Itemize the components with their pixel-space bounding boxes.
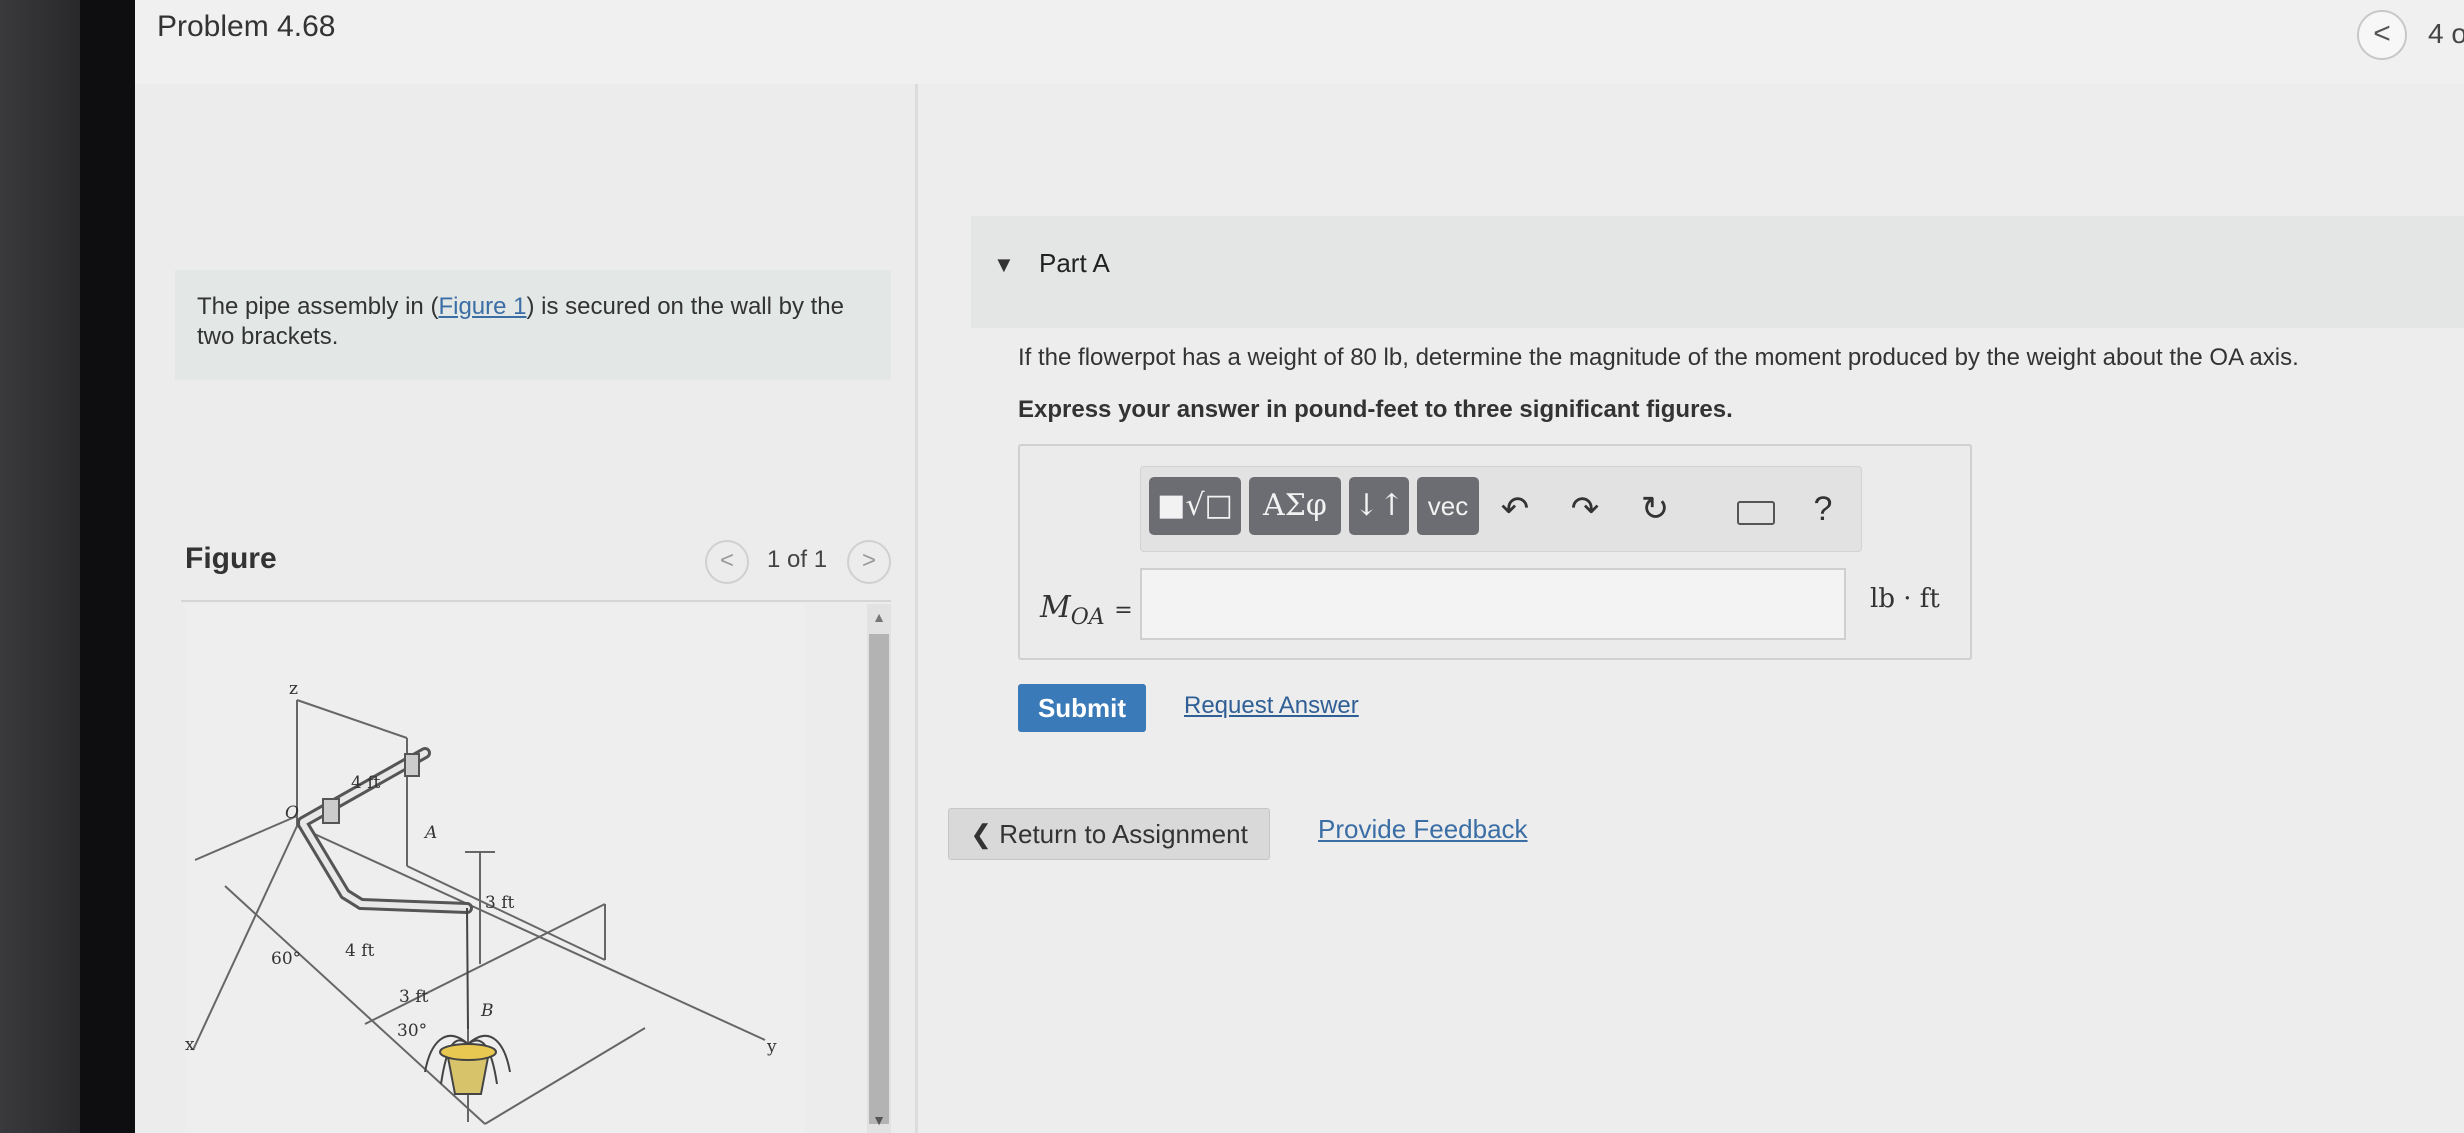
question-text: If the flowerpot has a weight of 80 lb, …: [1018, 344, 2299, 371]
dimension-label: 3 ft: [485, 893, 515, 913]
axis-label-z: z: [289, 679, 298, 699]
templates-button[interactable]: ■√□: [1149, 477, 1241, 535]
arrows-button[interactable]: ↓↑: [1349, 477, 1409, 535]
keyboard-icon[interactable]: [1737, 501, 1775, 525]
page-title: Problem 4.68: [157, 10, 336, 43]
figure-next-button[interactable]: >: [847, 540, 891, 584]
angle-label: 30°: [397, 1021, 427, 1041]
problem-statement: The pipe assembly in (Figure 1) is secur…: [175, 270, 891, 380]
figure-heading: Figure: [185, 542, 277, 575]
axis-label-y: y: [766, 1037, 777, 1057]
previous-problem-button[interactable]: <: [2357, 10, 2407, 60]
greek-symbols-button[interactable]: AΣφ: [1249, 477, 1341, 535]
flowerpot-icon: [424, 1034, 511, 1095]
problem-counter: 4 o: [2428, 18, 2464, 49]
math-toolbar: ■√□ AΣφ ↓↑ vec ↶ ↷ ↻ ?: [1140, 466, 1862, 552]
scroll-down-arrow-icon[interactable]: ▼: [867, 1107, 891, 1133]
screen: Problem 4.68 < 4 o F The pipe assembly i…: [135, 0, 2464, 1133]
figure-scrollbar[interactable]: ▲ ▼: [867, 604, 891, 1133]
unit-label: lb · ft: [1870, 584, 1940, 614]
return-to-assignment-button[interactable]: ❮ Return to Assignment: [948, 808, 1270, 860]
problem-text: The pipe assembly in (Figure 1) is secur…: [197, 293, 844, 350]
reset-icon[interactable]: ↻: [1635, 489, 1675, 529]
figure-link[interactable]: Figure 1: [438, 293, 526, 320]
instruction-text: Express your answer in pound-feet to thr…: [1018, 396, 1733, 423]
answer-input[interactable]: [1140, 568, 1846, 640]
request-answer-link[interactable]: Request Answer: [1184, 692, 1359, 720]
scroll-up-arrow-icon[interactable]: ▲: [867, 604, 891, 630]
angle-label: 60°: [271, 949, 301, 969]
pipe-assembly-diagram: z y x O A B 4 ft 3 ft 4 ft 3 ft 60° 30°: [185, 679, 777, 1125]
answer-box: ■√□ AΣφ ↓↑ vec ↶ ↷ ↻ ? MOA = lb · ft: [1018, 444, 1972, 660]
monitor-bezel-inner: [80, 0, 135, 1133]
scrollbar-thumb[interactable]: [869, 634, 889, 1124]
undo-icon[interactable]: ↶: [1495, 489, 1535, 529]
part-label: Part A: [1039, 248, 1110, 278]
part-header[interactable]: ▼ Part A: [971, 216, 2464, 328]
left-panel: The pipe assembly in (Figure 1) is secur…: [135, 84, 915, 1133]
figure-prev-button[interactable]: <: [705, 540, 749, 584]
figure-image: z y x O A B 4 ft 3 ft 4 ft 3 ft 60° 30°: [185, 604, 805, 1133]
variable-label: MOA =: [1040, 590, 1133, 630]
dimension-label: 4 ft: [351, 773, 381, 793]
vector-button[interactable]: vec: [1417, 477, 1479, 535]
figure-counter: 1 of 1: [767, 546, 828, 573]
right-panel: ▼ Part A If the flowerpot has a weight o…: [918, 84, 2464, 1133]
axis-label-x: x: [185, 1035, 195, 1055]
point-label-o: O: [285, 803, 299, 823]
dimension-label: 4 ft: [345, 941, 375, 961]
collapse-caret-icon[interactable]: ▼: [993, 252, 1015, 278]
provide-feedback-link[interactable]: Provide Feedback: [1318, 814, 1528, 845]
submit-button[interactable]: Submit: [1018, 684, 1146, 732]
redo-icon[interactable]: ↷: [1565, 489, 1605, 529]
figure-divider: [181, 600, 891, 602]
help-icon[interactable]: ?: [1803, 489, 1843, 529]
top-bar: Problem 4.68 < 4 o: [135, 0, 2464, 85]
dimension-label: 3 ft: [399, 987, 429, 1007]
point-label-b: B: [480, 1001, 494, 1021]
point-label-a: A: [423, 823, 437, 843]
